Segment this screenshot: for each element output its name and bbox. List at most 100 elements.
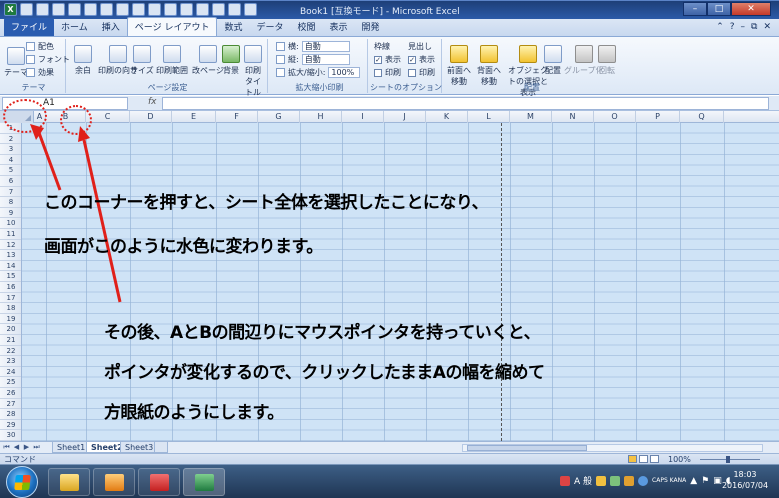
- formula-input[interactable]: [162, 97, 769, 110]
- workbook-restore-icon[interactable]: ⧉: [751, 22, 757, 32]
- column-header[interactable]: G: [258, 111, 300, 123]
- bring-forward-button[interactable]: 前面へ移動: [446, 45, 472, 87]
- row-header[interactable]: 28: [0, 409, 21, 420]
- ime-tool-icon[interactable]: [624, 475, 635, 486]
- row-header[interactable]: 26: [0, 388, 21, 399]
- tab-developer[interactable]: 開発: [355, 18, 387, 36]
- width-dropdown[interactable]: 自動: [301, 41, 350, 52]
- column-header[interactable]: L: [468, 111, 510, 123]
- minimize-button[interactable]: –: [683, 2, 707, 16]
- background-button[interactable]: 背景: [222, 45, 240, 76]
- height-dropdown[interactable]: 自動: [301, 54, 350, 65]
- zoom-slider-thumb[interactable]: [726, 456, 730, 463]
- page-layout-view-icon[interactable]: [639, 455, 648, 463]
- tab-view[interactable]: 表示: [323, 18, 355, 36]
- row-header[interactable]: 4: [0, 155, 21, 166]
- border-icon[interactable]: [100, 3, 113, 16]
- scrollbar-thumb[interactable]: [467, 445, 587, 451]
- row-header[interactable]: 13: [0, 250, 21, 261]
- column-header[interactable]: J: [384, 111, 426, 123]
- row-header[interactable]: 5: [0, 165, 21, 176]
- row-header[interactable]: 8: [0, 197, 21, 208]
- column-header[interactable]: P: [636, 111, 680, 123]
- normal-view-icon[interactable]: [628, 455, 637, 463]
- fill-color-icon[interactable]: [116, 3, 129, 16]
- row-header[interactable]: 14: [0, 261, 21, 272]
- chart-icon[interactable]: [148, 3, 161, 16]
- row-header[interactable]: 3: [0, 144, 21, 155]
- insert-sheet-icon[interactable]: [154, 442, 168, 453]
- font-color-icon[interactable]: [132, 3, 145, 16]
- tab-insert[interactable]: 挿入: [95, 18, 127, 36]
- row-header[interactable]: 6: [0, 176, 21, 187]
- row-header[interactable]: 2: [0, 134, 21, 145]
- row-header[interactable]: 18: [0, 303, 21, 314]
- tab-review[interactable]: 校閲: [290, 18, 322, 36]
- ime-help-icon[interactable]: [638, 475, 649, 486]
- row-header[interactable]: 27: [0, 399, 21, 410]
- column-header[interactable]: C: [86, 111, 130, 123]
- row-header[interactable]: 19: [0, 314, 21, 325]
- headings-print-checkbox[interactable]: 印刷: [408, 67, 435, 78]
- row-header[interactable]: 20: [0, 324, 21, 335]
- insert-function-icon[interactable]: fx: [148, 97, 157, 107]
- row-header[interactable]: 22: [0, 346, 21, 357]
- shape-icon[interactable]: [228, 3, 241, 16]
- last-sheet-icon[interactable]: ⏭: [32, 443, 41, 452]
- column-header[interactable]: E: [172, 111, 216, 123]
- row-header[interactable]: 25: [0, 377, 21, 388]
- column-header[interactable]: K: [426, 111, 468, 123]
- row-header[interactable]: 29: [0, 420, 21, 431]
- workbook-minimize-icon[interactable]: –: [741, 22, 746, 32]
- page-break-view-icon[interactable]: [650, 455, 659, 463]
- column-header[interactable]: D: [130, 111, 172, 123]
- tab-data[interactable]: データ: [249, 18, 290, 36]
- column-header[interactable]: Q: [680, 111, 724, 123]
- row-header[interactable]: 24: [0, 367, 21, 378]
- row-header[interactable]: 15: [0, 271, 21, 282]
- column-header[interactable]: I: [342, 111, 384, 123]
- row-header[interactable]: 7: [0, 187, 21, 198]
- theme-fonts-button[interactable]: フォント: [26, 54, 70, 65]
- redo-icon[interactable]: [52, 3, 65, 16]
- gridlines-view-checkbox[interactable]: ✓ 表示: [374, 54, 401, 65]
- headings-view-checkbox[interactable]: ✓ 表示: [408, 54, 435, 65]
- align-button[interactable]: 配置: [544, 45, 562, 76]
- tab-file[interactable]: ファイル: [4, 18, 55, 36]
- print-preview-icon[interactable]: [68, 3, 81, 16]
- column-header[interactable]: H: [300, 111, 342, 123]
- row-header[interactable]: 30: [0, 430, 21, 441]
- size-button[interactable]: サイズ: [130, 45, 154, 76]
- show-hidden-icons-icon[interactable]: ▲: [690, 476, 697, 486]
- zoom-slider[interactable]: [700, 459, 760, 460]
- taskbar-excel[interactable]: [183, 468, 225, 496]
- flag-icon[interactable]: ⚑: [701, 476, 709, 486]
- maximize-button[interactable]: □: [707, 2, 731, 16]
- sheet-tab-1[interactable]: Sheet1: [52, 442, 91, 453]
- tab-home[interactable]: ホーム: [54, 18, 95, 36]
- tab-page-layout[interactable]: ページ レイアウト: [126, 17, 218, 36]
- camera-icon[interactable]: [180, 3, 193, 16]
- row-header[interactable]: 23: [0, 356, 21, 367]
- table-icon[interactable]: [196, 3, 209, 16]
- workbook-close-icon[interactable]: ✕: [763, 22, 771, 32]
- theme-effects-button[interactable]: 効果: [26, 67, 54, 78]
- gridlines-print-checkbox[interactable]: 印刷: [374, 67, 401, 78]
- row-header[interactable]: 11: [0, 229, 21, 240]
- print-area-button[interactable]: 印刷範囲: [156, 45, 188, 76]
- horizontal-scrollbar[interactable]: [462, 444, 763, 452]
- ime-indicator[interactable]: A 般: [574, 474, 592, 487]
- grid-icon[interactable]: [212, 3, 225, 16]
- column-header[interactable]: M: [510, 111, 552, 123]
- breaks-button[interactable]: 改ページ: [192, 45, 224, 76]
- ribbon-collapse-icon[interactable]: ⌃: [716, 22, 724, 32]
- row-header[interactable]: 17: [0, 293, 21, 304]
- send-backward-button[interactable]: 背面へ移動: [476, 45, 502, 87]
- row-header[interactable]: 10: [0, 218, 21, 229]
- column-header[interactable]: F: [216, 111, 258, 123]
- themes-button[interactable]: テーマ: [4, 47, 28, 78]
- excel-app-icon[interactable]: X: [4, 3, 17, 16]
- save-icon[interactable]: [20, 3, 33, 16]
- margins-button[interactable]: 余白: [74, 45, 92, 76]
- undo-icon[interactable]: [36, 3, 49, 16]
